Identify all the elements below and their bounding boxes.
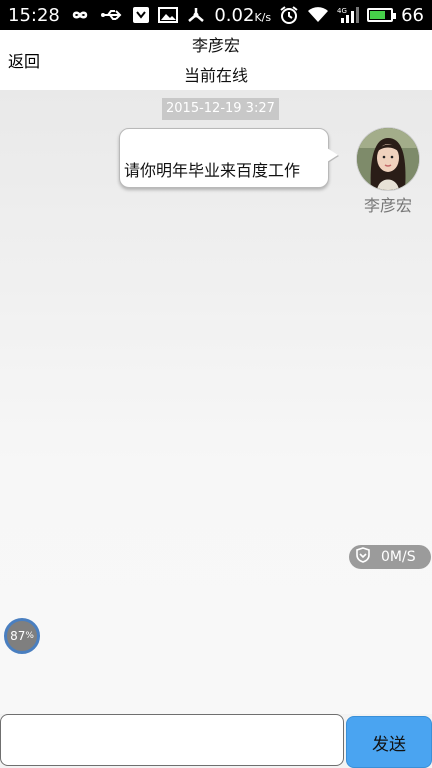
floating-percent-bubble[interactable]: 87%	[4, 618, 40, 654]
message-timestamp: 2015-12-19 3:27	[162, 98, 279, 120]
battery-icon	[367, 5, 397, 25]
message-input[interactable]	[0, 714, 344, 766]
shield-icon	[355, 547, 371, 567]
percent-unit: %	[25, 631, 34, 641]
signal-icon: 4G	[337, 5, 360, 25]
chat-area[interactable]: 2015-12-19 3:27 请你明年毕业来百度工作 李彦宏 0M/S 87%	[0, 90, 432, 714]
avatar-image	[357, 128, 419, 190]
percent-value: 87	[10, 629, 26, 643]
avatar[interactable]	[357, 128, 419, 190]
send-button[interactable]: 发送	[346, 716, 432, 768]
status-bar-left: 15:28	[8, 5, 206, 26]
alarm-icon	[279, 5, 299, 25]
battery-level: 66	[401, 4, 424, 26]
wifi-icon	[307, 5, 329, 25]
status-time: 15:28	[8, 4, 60, 26]
contact-status: 当前在线	[183, 66, 248, 85]
notification-icon	[132, 5, 150, 25]
share-icon	[186, 5, 206, 25]
status-bar: 15:28 0.02K/s 4G 66	[0, 0, 432, 30]
bubble-tail	[327, 148, 338, 162]
image-icon	[157, 5, 178, 25]
input-bar: 发送	[0, 714, 432, 768]
network-speed-value: 0M/S	[381, 549, 416, 565]
network-speed-badge[interactable]: 0M/S	[349, 545, 431, 569]
data-speed-unit: K/s	[254, 10, 272, 24]
infinity-icon	[68, 5, 92, 25]
data-speed: 0.02K/s	[214, 5, 271, 26]
data-speed-value: 0.02	[214, 4, 255, 26]
usb-icon	[100, 5, 124, 25]
chat-header: 返回 李彦宏 当前在线	[0, 30, 432, 90]
battery-level-fill	[370, 11, 385, 19]
status-bar-right: 0.02K/s 4G 66	[214, 5, 424, 26]
battery-outline	[367, 8, 397, 22]
contact-name: 李彦宏	[191, 36, 240, 55]
message-bubble[interactable]: 请你明年毕业来百度工作	[119, 128, 329, 188]
sender-name: 李彦宏	[363, 196, 412, 215]
svg-text:4G: 4G	[337, 7, 347, 15]
